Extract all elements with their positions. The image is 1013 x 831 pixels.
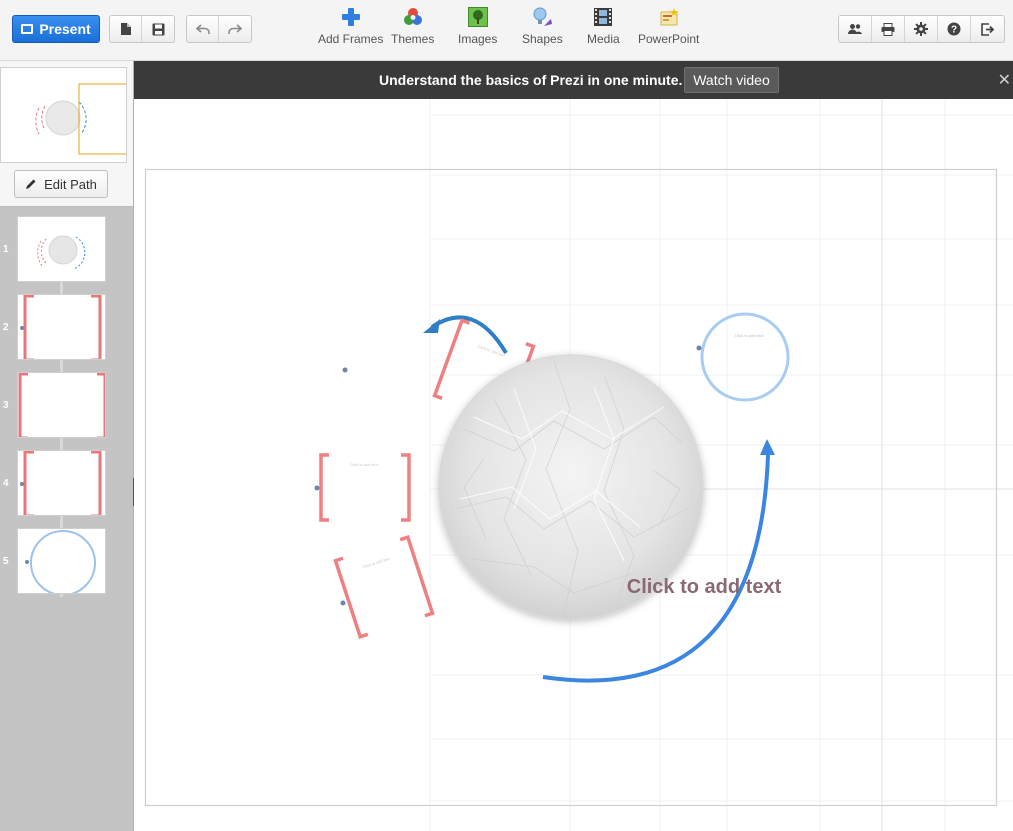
share-button[interactable] [839, 16, 872, 42]
save-button[interactable] [142, 16, 174, 42]
slide-number: 4 [3, 478, 9, 489]
powerpoint-button[interactable]: PowerPoint [638, 6, 699, 46]
undo-icon [195, 24, 210, 34]
banner-text: Understand the basics of Prezi in one mi… [379, 72, 683, 88]
svg-text:Click to add text: Click to add text [350, 462, 379, 467]
slide-number: 2 [3, 322, 9, 333]
media-icon [594, 8, 613, 26]
present-icon [21, 24, 34, 34]
circle-frame [700, 312, 790, 402]
media-label: Media [587, 32, 620, 46]
exit-button[interactable] [971, 16, 1004, 42]
path-step-2: 2 [0, 294, 133, 360]
path-step-1: 1 [0, 216, 133, 282]
prezi-canvas[interactable]: Click to add text Click to add text Clic… [134, 99, 1013, 831]
help-button[interactable]: ? [938, 16, 971, 42]
powerpoint-label: PowerPoint [638, 32, 700, 46]
watch-video-button[interactable]: Watch video [684, 67, 779, 93]
slide-number: 1 [3, 244, 9, 255]
svg-text:?: ? [951, 25, 957, 36]
shapes-button[interactable]: Shapes [522, 6, 563, 46]
present-label: Present [39, 21, 91, 37]
media-button[interactable]: Media [587, 6, 620, 46]
pencil-icon [26, 179, 36, 189]
top-toolbar: Present Add Frames Themes Images Shapes … [0, 0, 1013, 61]
present-button[interactable]: Present [12, 15, 100, 43]
help-icon: ? [947, 22, 961, 36]
slide-number: 3 [3, 400, 9, 411]
bracket-frame-bottom: Click to add text [333, 535, 435, 639]
shapes-icon [533, 7, 553, 26]
path-step-3: 3 [0, 372, 133, 438]
print-button[interactable] [872, 16, 905, 42]
exit-icon [980, 22, 994, 36]
gear-icon [914, 22, 928, 36]
print-icon [881, 22, 895, 36]
file-button-group [109, 15, 175, 43]
slide-number: 5 [3, 556, 9, 567]
slide-thumbnail-3[interactable] [17, 372, 106, 438]
slide-thumbnail-4[interactable] [17, 450, 106, 516]
images-icon [467, 7, 488, 27]
center-text-placeholder[interactable]: Click to add text [570, 576, 838, 599]
save-icon [152, 23, 164, 35]
powerpoint-icon [660, 8, 678, 26]
edit-path-label: Edit Path [44, 176, 97, 192]
account-button-group: ? [838, 15, 1005, 43]
overview-thumbnail[interactable] [0, 67, 127, 163]
images-button[interactable]: Images [458, 6, 497, 46]
path-step-4: 4 [0, 450, 133, 516]
redo-button[interactable] [219, 16, 251, 42]
document-icon [120, 23, 131, 35]
history-button-group [186, 15, 252, 43]
shapes-label: Shapes [522, 32, 563, 46]
overview-area: Edit Path [0, 61, 133, 207]
edit-path-button[interactable]: Edit Path [14, 170, 108, 198]
bracket-frame-middle: Click to add text [319, 453, 411, 522]
themes-button[interactable]: Themes [391, 6, 434, 46]
images-label: Images [458, 32, 498, 46]
add-frames-icon [341, 8, 360, 26]
intro-banner: Understand the basics of Prezi in one mi… [134, 61, 1013, 99]
path-step-5: 5 [0, 528, 133, 594]
themes-label: Themes [391, 32, 435, 46]
slide-thumbnail-2[interactable] [17, 294, 106, 360]
banner-close-icon[interactable]: ✕ [998, 70, 1011, 90]
users-icon [848, 24, 862, 34]
canvas-drawing: Click to add text Click to add text Clic… [144, 99, 1013, 831]
settings-button[interactable] [905, 16, 938, 42]
themes-icon [403, 8, 422, 25]
undo-button[interactable] [187, 16, 219, 42]
svg-text:Click to add text: Click to add text [735, 333, 764, 338]
add-frames-label: Add Frames [318, 32, 384, 46]
new-document-button[interactable] [110, 16, 142, 42]
path-sidebar: Edit Path 1 2 3 4 5 [0, 61, 134, 831]
redo-icon [228, 24, 242, 34]
svg-text:Click to add text: Click to add text [362, 556, 391, 570]
slide-thumbnail-1[interactable] [17, 216, 106, 282]
slide-thumbnail-5[interactable] [17, 528, 106, 594]
add-frames-button[interactable]: Add Frames [318, 6, 383, 46]
